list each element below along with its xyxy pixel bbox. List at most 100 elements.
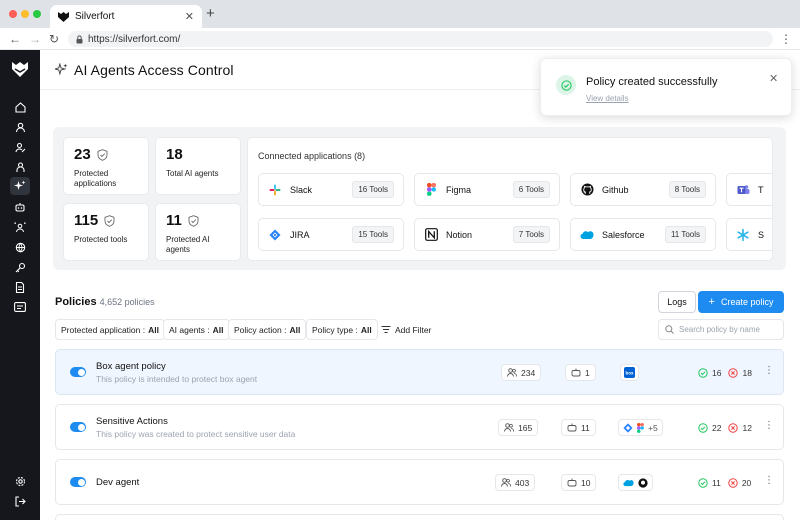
x-circle-icon xyxy=(728,477,738,488)
robot-icon[interactable] xyxy=(10,198,30,216)
filter-icon xyxy=(381,325,391,334)
forward-arrow-icon[interactable]: → xyxy=(29,32,41,46)
policy-row[interactable]: Box agent policy This policy is intended… xyxy=(55,349,784,395)
policies-heading: Policies 4,652 policies xyxy=(55,296,155,308)
app-card-notion[interactable]: Notion 7 Tools xyxy=(414,218,560,251)
slack-icon xyxy=(268,183,282,197)
apps-chip: box xyxy=(620,364,639,381)
toast-notification: Policy created successfully View details… xyxy=(540,58,792,116)
browser-tab[interactable]: Silverfort ✕ xyxy=(50,5,202,28)
app-tools-count: 16 Tools xyxy=(352,181,394,198)
policy-toggle[interactable] xyxy=(70,367,86,377)
settings-panel-icon[interactable] xyxy=(10,298,30,316)
person-icon[interactable] xyxy=(10,158,30,176)
app-card-github[interactable]: Github 8 Tools xyxy=(570,173,716,206)
denied-count: 18 xyxy=(742,367,752,378)
user-icon[interactable] xyxy=(10,118,30,136)
logout-icon[interactable] xyxy=(10,492,30,510)
row-menu-icon[interactable]: ⋮ xyxy=(764,475,774,486)
silverfort-logo-icon[interactable] xyxy=(10,60,30,78)
apps-chip: +5 xyxy=(618,419,663,436)
users-count: 165 xyxy=(518,422,533,433)
app-card-jira[interactable]: JIRA 15 Tools xyxy=(258,218,404,251)
policy-row[interactable]: Dev agent 403 10 11 20 ⋮ xyxy=(55,459,784,505)
policies-count: 4,652 policies xyxy=(99,297,155,307)
filter-protected-application[interactable]: Protected application : All xyxy=(55,319,165,340)
policy-toggle[interactable] xyxy=(70,422,86,432)
document-icon[interactable] xyxy=(10,278,30,296)
agents-chip: 1 xyxy=(565,364,596,381)
app-card-salesforce[interactable]: Salesforce 11 Tools xyxy=(570,218,716,251)
check-circle-icon xyxy=(698,367,708,378)
view-details-link[interactable]: View details xyxy=(586,94,629,103)
stat-total-ai-agents: 18 Total AI agents xyxy=(155,137,241,195)
stat-protected-applications: 23 Protected applications xyxy=(63,137,149,195)
url-field[interactable]: https://silverfort.com/ xyxy=(68,31,773,47)
sidebar xyxy=(0,50,40,520)
row-menu-icon[interactable]: ⋮ xyxy=(764,365,774,376)
agents-count: 11 xyxy=(581,422,590,433)
key-icon[interactable] xyxy=(10,258,30,276)
user-edit-icon[interactable] xyxy=(10,138,30,156)
app-tools-count: 8 Tools xyxy=(668,181,706,198)
stats-panel: 23 Protected applications 18 Total AI ag… xyxy=(53,127,786,270)
tab-close-icon[interactable]: ✕ xyxy=(185,10,194,23)
app-tools-count: 7 Tools xyxy=(512,226,550,243)
gear-icon[interactable] xyxy=(10,472,30,490)
users-icon xyxy=(507,368,517,377)
toast-title: Policy created successfully xyxy=(586,76,718,88)
stat-label: Total AI agents xyxy=(166,169,219,178)
stat-value: 11 xyxy=(166,212,182,229)
logs-button[interactable]: Logs xyxy=(658,291,696,313)
shield-check-icon xyxy=(104,214,115,227)
filter-policy-type[interactable]: Policy type : All xyxy=(306,319,378,340)
plus-icon: + xyxy=(708,296,715,308)
results-chip: 16 18 xyxy=(693,364,757,381)
toast-close-icon[interactable]: ✕ xyxy=(769,72,778,85)
notion-icon xyxy=(424,228,438,242)
filter-policy-action[interactable]: Policy action : All xyxy=(228,319,307,340)
filter-value: All xyxy=(212,324,224,335)
connected-applications-heading: Connected applications (8) xyxy=(258,151,366,161)
window-minimize-dot[interactable] xyxy=(21,10,29,18)
silverfort-favicon-icon xyxy=(58,11,69,22)
policy-toggle[interactable] xyxy=(70,477,86,487)
window-close-dot[interactable] xyxy=(9,10,17,18)
row-menu-icon[interactable]: ⋮ xyxy=(764,420,774,431)
search-placeholder: Search policy by name xyxy=(679,325,760,334)
filter-label: Policy type : xyxy=(312,324,358,335)
search-input[interactable]: Search policy by name xyxy=(658,319,784,340)
policy-row[interactable]: Sensitive Actions This policy was create… xyxy=(55,404,784,450)
new-tab-button[interactable]: + xyxy=(206,6,215,22)
policy-name: Dev agent xyxy=(96,477,140,488)
url-text: https://silverfort.com/ xyxy=(88,33,181,45)
ai-sparkle-icon[interactable] xyxy=(10,177,30,195)
create-policy-label: Create policy xyxy=(720,297,774,307)
agents-chip: 10 xyxy=(561,474,597,491)
connected-applications: Connected applications (8) Slack 16 Tool… xyxy=(247,137,773,261)
window-maximize-dot[interactable] xyxy=(33,10,41,18)
success-check-icon xyxy=(556,75,576,95)
figma-icon xyxy=(637,422,644,433)
policy-row[interactable] xyxy=(55,514,784,520)
figma-icon xyxy=(424,183,438,197)
back-arrow-icon[interactable]: ← xyxy=(9,32,21,46)
filter-value: All xyxy=(289,324,301,335)
app-card-snowflake[interactable]: S xyxy=(726,218,772,251)
filter-label: AI agents : xyxy=(169,324,210,335)
home-icon[interactable] xyxy=(10,98,30,116)
reload-icon[interactable]: ↻ xyxy=(49,32,59,46)
team-icon[interactable] xyxy=(10,218,30,236)
app-card-teams[interactable]: T xyxy=(726,173,772,206)
filter-label: Policy action : xyxy=(234,324,287,335)
app-card-slack[interactable]: Slack 16 Tools xyxy=(258,173,404,206)
app-card-figma[interactable]: Figma 6 Tools xyxy=(414,173,560,206)
filter-ai-agents[interactable]: AI agents : All xyxy=(163,319,230,340)
shield-globe-icon[interactable] xyxy=(10,238,30,256)
policies-title: Policies xyxy=(55,296,97,308)
add-filter-button[interactable]: Add Filter xyxy=(381,319,431,340)
app-tools-count: 15 Tools xyxy=(352,226,394,243)
allowed-count: 11 xyxy=(712,477,721,488)
browser-menu-icon[interactable]: ⋮ xyxy=(780,32,792,46)
create-policy-button[interactable]: + Create policy xyxy=(698,291,784,313)
